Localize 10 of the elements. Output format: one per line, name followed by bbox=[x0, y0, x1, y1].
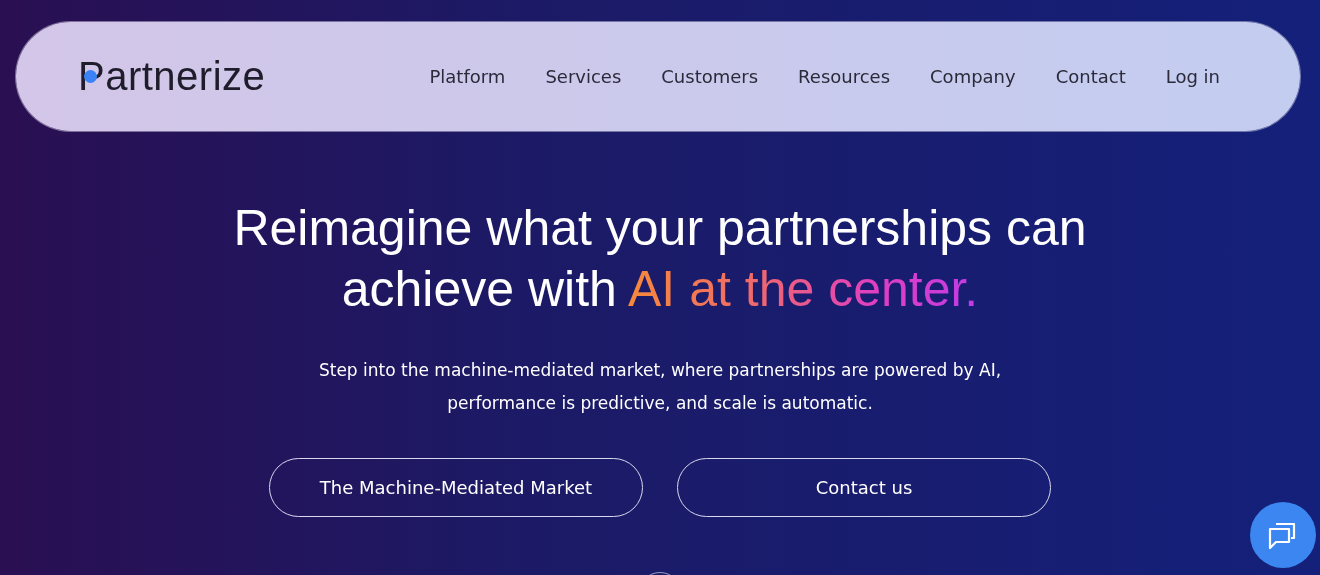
nav-link[interactable]: Platform bbox=[429, 66, 506, 87]
nav-link[interactable]: Resources bbox=[798, 66, 891, 87]
nav-link[interactable]: Customers bbox=[661, 66, 759, 87]
nav-link[interactable]: Log in bbox=[1165, 66, 1220, 87]
hero-headline: Reimagine what your partnerships can achieve with AI at the center. bbox=[232, 199, 1088, 319]
nav-link[interactable]: Services bbox=[545, 66, 622, 87]
nav-link[interactable]: Company bbox=[930, 66, 1016, 87]
nav-link[interactable]: Contact bbox=[1055, 66, 1126, 87]
logo[interactable]: Partnerize bbox=[78, 54, 266, 98]
hero-subtitle: Step into the machine-mediated market, where partnerships are powered by AI, performance is predictive, and scale is automatic. bbox=[317, 359, 1003, 415]
